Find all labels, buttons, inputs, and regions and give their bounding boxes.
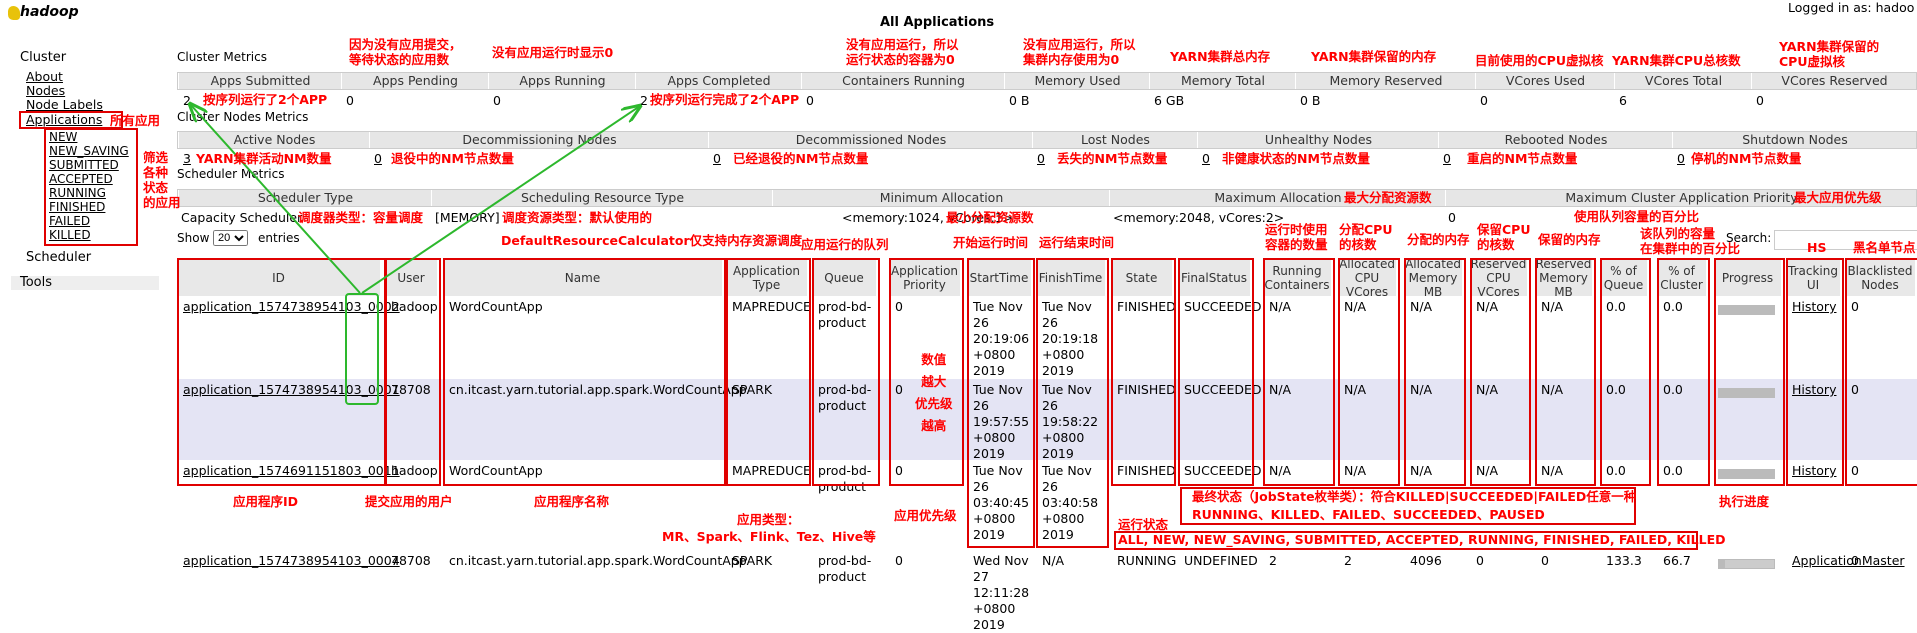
annotation-containers-running: 没有应用运行，所以 运行状态的容器为0	[846, 37, 959, 67]
annotation-submitted-2: 按序列运行了2个APP	[203, 92, 328, 107]
arrow-to-apps-submitted	[190, 104, 361, 294]
annotation-final-status-list: RUNNING、KILLED、FAILED、SUCCEEDED、PAUSED	[1192, 507, 1545, 522]
annotation-app-id: 应用程序ID	[233, 494, 299, 509]
annotation-res-mem: 保留的内存	[1538, 232, 1601, 247]
annotation-resource-type: 调度资源类型：默认使用的	[502, 210, 653, 225]
annotation-alloc-mem: 分配的内存	[1407, 232, 1470, 247]
annotation-progress: 执行进度	[1719, 494, 1770, 509]
annotation-memory-total: YARN集群总内存	[1170, 49, 1271, 64]
annotation-final-status: 最终状态（JobState枚举类）：符合KILLED|SUCCEEDED|FAI…	[1192, 489, 1637, 504]
annotation-app-type-list: MR、Spark、Flink、Tez、Hive等	[662, 529, 876, 544]
annotation-lost: 丢失的NM节点数量	[1057, 151, 1168, 166]
annotation-queue: 应用运行的队列	[801, 237, 889, 252]
annotation-filter-apps: 筛选 各种 状态 的应用	[143, 150, 181, 210]
annotation-apps-pending: 因为没有应用提交， 等待状态的应用数	[349, 37, 462, 67]
annotation-vcores-total: YARN集群CPU总核数	[1612, 53, 1741, 68]
annotation-pct-queue: 使用队列容量的百分比	[1574, 209, 1700, 224]
annotation-max-alloc: 最大分配资源数	[1344, 190, 1432, 205]
annotation-priority-note: 数值 越大 优先级 越高	[915, 352, 953, 433]
annotation-unhealthy: 非健康状态的NM节点数量	[1222, 151, 1370, 166]
annotation-alloc-cpu: 分配CPU 的核数	[1339, 222, 1393, 252]
annotation-decommissioned: 已经退役的NM节点数量	[733, 151, 869, 166]
annotation-state-list: ALL, NEW, NEW_SAVING, SUBMITTED, ACCEPTE…	[1118, 532, 1726, 547]
annotation-finish: 运行结束时间	[1039, 235, 1115, 250]
annotation-blacklist: 黑名单节点	[1853, 240, 1916, 255]
annotation-all-apps: 所有应用	[110, 113, 161, 128]
annotation-name: 应用程序名称	[534, 494, 610, 509]
annotation-res-cpu: 保留CPU 的核数	[1477, 222, 1531, 252]
annotation-shutdown: 停机的NM节点数量	[1691, 151, 1802, 166]
annotation-decommissioning: 退役中的NM节点数量	[391, 151, 514, 166]
annotation-min-alloc: 最小分配资源数	[946, 210, 1034, 225]
arrow-to-apps-completed	[361, 106, 640, 294]
annotation-memory-reserved: YARN集群保留的内存	[1311, 49, 1437, 64]
annotation-rebooted: 重启的NM节点数量	[1467, 151, 1578, 166]
annotation-apps-running: 没有应用运行时显示0	[492, 45, 614, 60]
annotation-completed-2: 按序列运行完成了2个APP	[650, 92, 800, 107]
annotation-calculator: DefaultResourceCalculator仅支持内存资源调度	[501, 233, 803, 248]
annotation-scheduler-type: 调度器类型：容量调度	[298, 210, 424, 225]
annotation-start: 开始运行时间	[953, 235, 1029, 250]
annotation-max-priority: 最大应用优先级	[1794, 190, 1882, 205]
annotation-vcores-used: 目前使用的CPU虚拟核	[1475, 53, 1604, 68]
annotation-vcores-reserved: YARN集群保留的 CPU虚拟核	[1779, 39, 1880, 69]
annotation-active-nodes: YARN集群活动NM数量	[196, 151, 332, 166]
annotation-memory-used: 没有应用运行，所以 集群内存使用为0	[1023, 37, 1136, 67]
annotation-pct-cluster: 该队列的容量 在集群中的百分比	[1640, 226, 1741, 256]
annotation-app-type: 应用类型：	[737, 512, 800, 527]
annotation-user: 提交应用的用户	[365, 494, 453, 509]
annotation-app-priority: 应用优先级	[894, 508, 957, 523]
annotation-state: 运行状态	[1118, 517, 1169, 532]
annotation-hs: HS	[1807, 240, 1827, 255]
annotation-running-containers: 运行时使用 容器的数量	[1265, 222, 1328, 252]
